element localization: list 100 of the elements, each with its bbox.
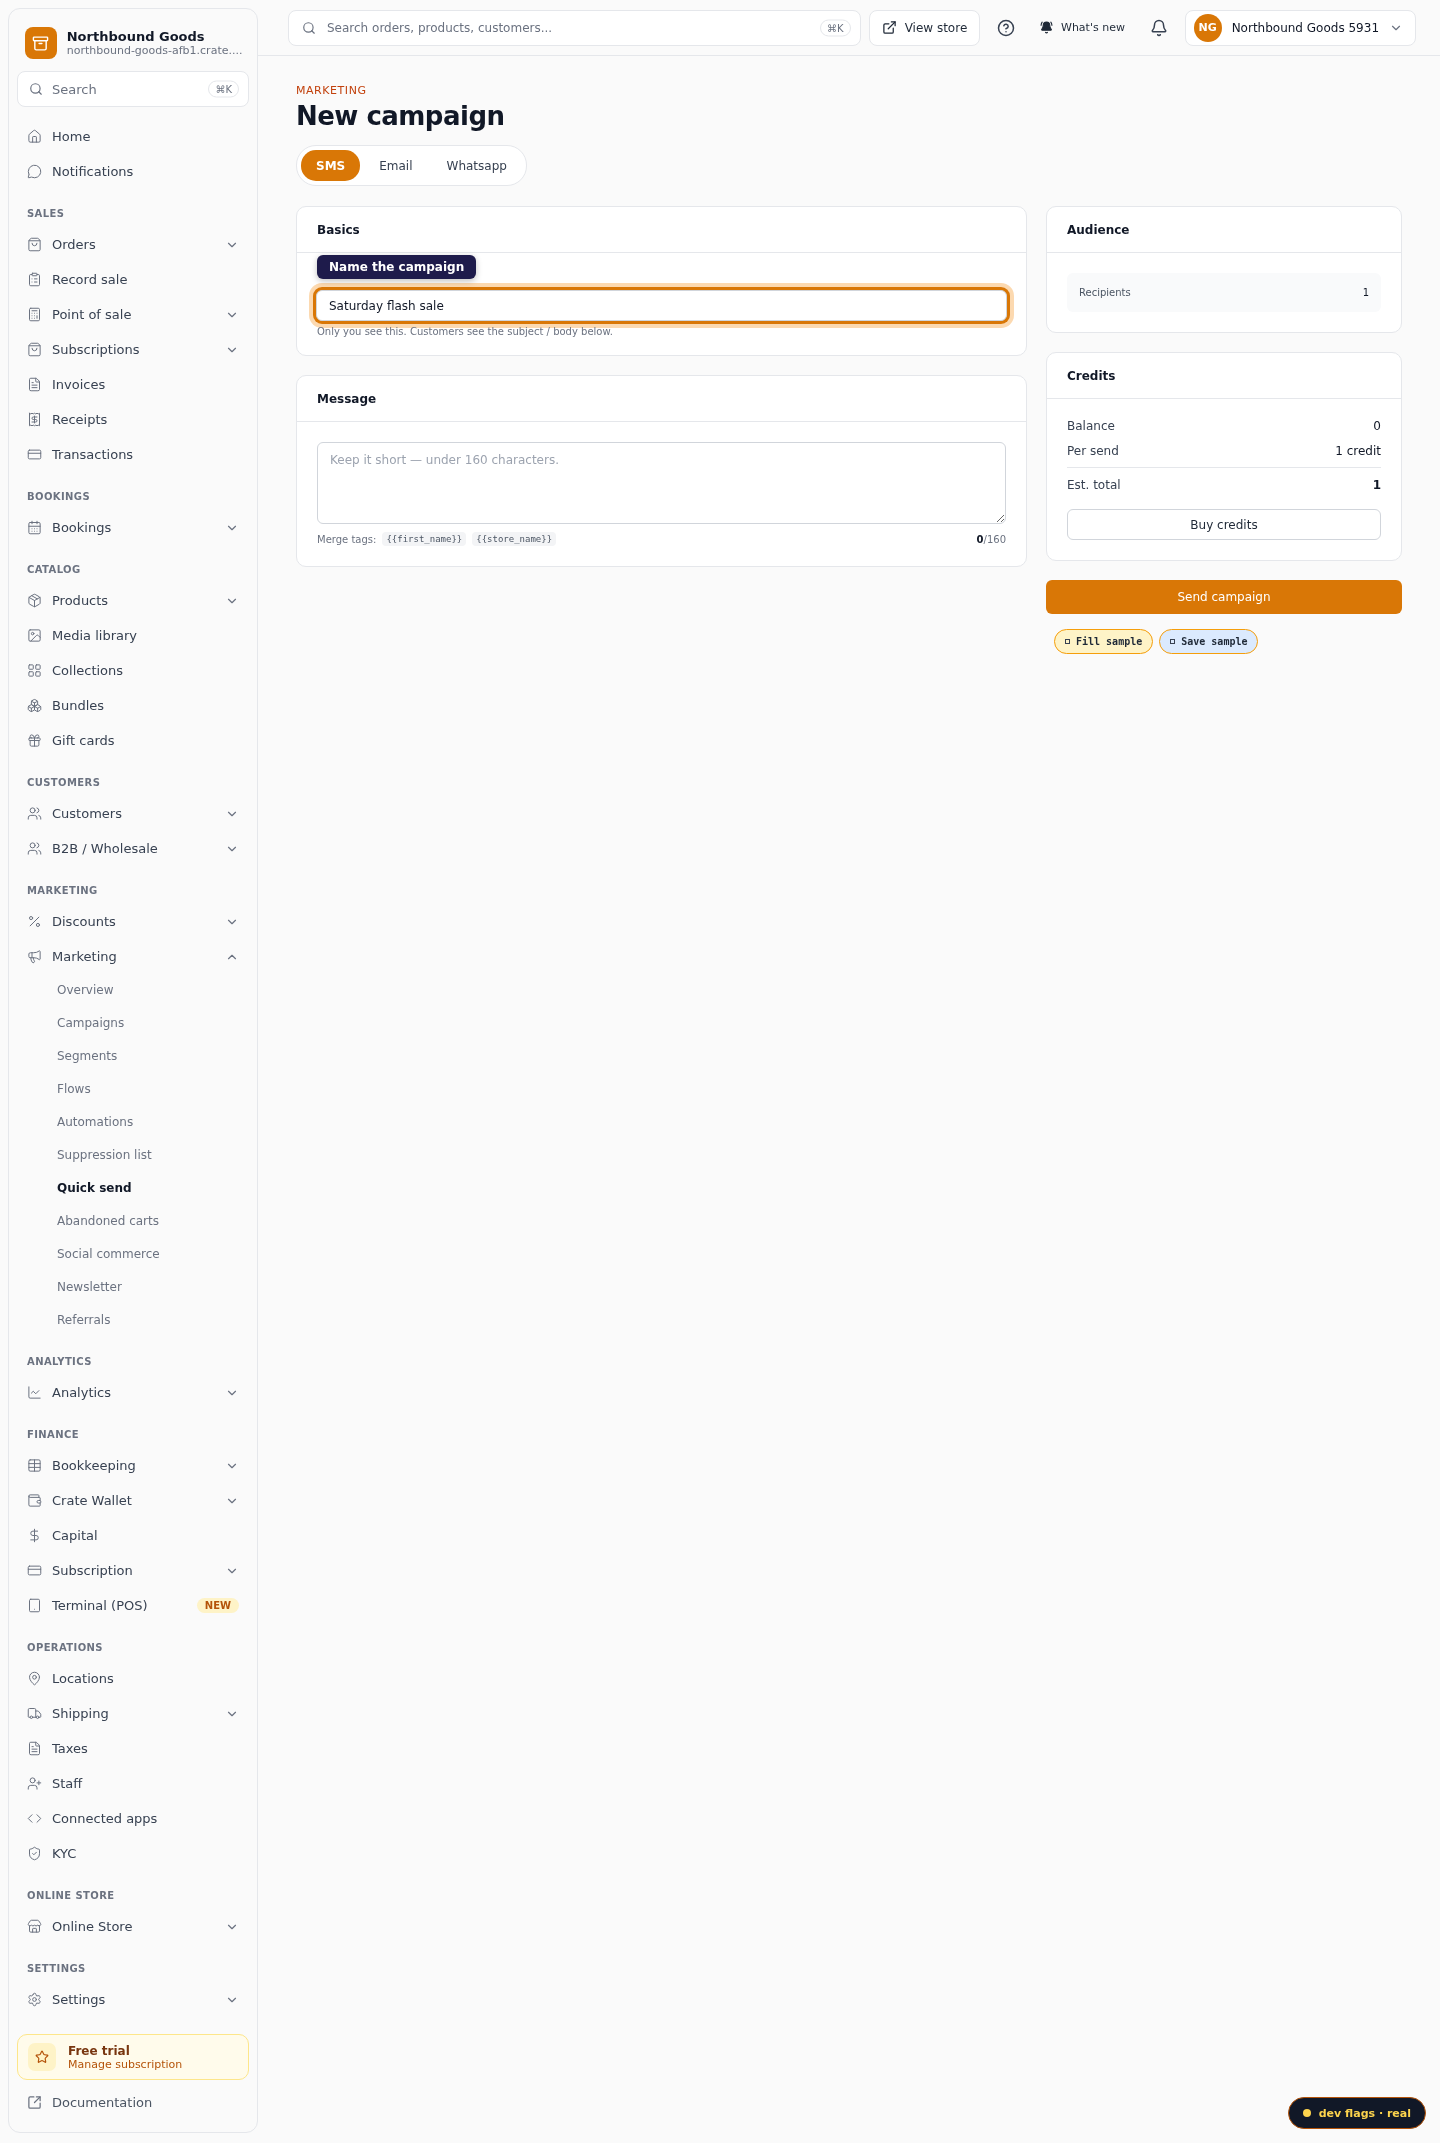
users-icon <box>27 806 42 821</box>
bag-icon <box>27 237 42 252</box>
pin-icon <box>27 1671 42 1686</box>
sidebar-item[interactable]: Connected apps <box>17 1801 249 1836</box>
sidebar-item[interactable]: Notifications <box>17 154 249 189</box>
sidebar-subitem[interactable]: Suppression list <box>17 1139 249 1172</box>
sidebar-subitem[interactable]: Campaigns <box>17 1007 249 1040</box>
shortcut-hint: ⌘K <box>820 19 851 36</box>
stat-label: Recipients <box>1079 287 1131 298</box>
whats-new-button[interactable]: What's new <box>1032 9 1133 46</box>
row-value: 1 credit <box>1335 443 1381 458</box>
sidebar-item[interactable]: Products <box>17 583 249 618</box>
tablet-icon <box>27 1598 42 1613</box>
sidebar-subitem[interactable]: Flows <box>17 1073 249 1106</box>
sidebar-item[interactable]: B2B / Wholesale <box>17 831 249 866</box>
sidebar-item[interactable]: Subscription <box>17 1553 249 1588</box>
sidebar-subitem[interactable]: Quick send <box>17 1172 249 1205</box>
message-field[interactable]: Keep it short — under 160 characters. <box>317 442 1006 524</box>
sidebar-item[interactable]: Gift cards <box>17 723 249 758</box>
page-title: New campaign <box>296 101 505 131</box>
sidebar-subitem[interactable]: Overview <box>17 974 249 1007</box>
card-icon <box>27 447 42 462</box>
sidebar-item[interactable]: KYC <box>17 1836 249 1871</box>
settings-icon <box>27 1992 42 2007</box>
sidebar-item[interactable]: Invoices <box>17 367 249 402</box>
row-label: Balance <box>1067 418 1115 433</box>
boxes-icon <box>27 698 42 713</box>
home-icon <box>27 129 42 144</box>
stat-value: 1 <box>1362 287 1369 298</box>
receipt-icon <box>27 412 42 427</box>
wallet-icon <box>27 1493 42 1508</box>
sidebar-item[interactable]: Point of sale <box>17 297 249 332</box>
view-store-button[interactable]: View store <box>868 9 981 46</box>
percent-icon <box>27 914 42 929</box>
card-icon <box>27 1563 42 1578</box>
section-heading: CUSTOMERS <box>26 776 102 790</box>
package-icon <box>27 593 42 608</box>
free-trial-card[interactable]: Free trial Manage subscription <box>17 2034 249 2080</box>
card-title: Credits <box>1067 368 1116 383</box>
grid-icon <box>27 663 42 678</box>
new-badge: NEW <box>196 1598 239 1613</box>
sidebar-item[interactable]: Orders <box>17 227 249 262</box>
channel-tab[interactable]: Whatsapp <box>431 150 522 181</box>
image-icon <box>27 628 42 643</box>
sidebar-item[interactable]: Customers <box>17 796 249 831</box>
sidebar-item[interactable]: Collections <box>17 653 249 688</box>
row-value: 0 <box>1373 418 1381 433</box>
merge-tag[interactable]: {{store_name}} <box>472 532 557 546</box>
truck-icon <box>27 1706 42 1721</box>
sidebar-item[interactable]: Crate Wallet <box>17 1483 249 1518</box>
merge-tags-label: Merge tags: <box>317 533 377 545</box>
sidebar-item[interactable]: Record sale <box>17 262 249 297</box>
sidebar-item[interactable]: Locations <box>17 1661 249 1696</box>
clipboard-icon <box>27 272 42 287</box>
sidebar-item[interactable]: Bookkeeping <box>17 1448 249 1483</box>
sidebar-item[interactable]: Transactions <box>17 437 249 472</box>
store-logo <box>25 27 57 59</box>
sidebar-item[interactable]: Analytics <box>17 1375 249 1410</box>
sidebar-item[interactable]: Terminal (POS) NEW <box>17 1588 249 1623</box>
sidebar-item[interactable]: Shipping <box>17 1696 249 1731</box>
sidebar-item[interactable]: Staff <box>17 1766 249 1801</box>
sample-button[interactable]: Fill sample <box>1054 629 1154 654</box>
chat-bubble-icon <box>27 164 42 179</box>
tooltip: Name the campaign <box>317 255 477 279</box>
channel-tab[interactable]: Email <box>364 150 428 181</box>
dev-flags-badge: dev flags · real <box>1287 2097 1426 2129</box>
sidebar-item[interactable]: Online Store <box>17 1909 249 1944</box>
sidebar-item[interactable]: Marketing <box>17 939 249 974</box>
buy-credits-button[interactable]: Buy credits <box>1067 509 1381 540</box>
sidebar-item[interactable]: Receipts <box>17 402 249 437</box>
sidebar-item[interactable]: Settings <box>17 1982 249 2017</box>
shield-icon <box>27 1846 42 1861</box>
documentation-link[interactable]: Documentation <box>17 2084 249 2120</box>
avatar: NG <box>1193 13 1222 42</box>
sidebar-item[interactable]: Discounts <box>17 904 249 939</box>
section-heading: FINANCE <box>26 1428 80 1442</box>
sample-button[interactable]: Save sample <box>1159 629 1259 654</box>
sidebar-subitem[interactable]: Newsletter <box>17 1271 249 1304</box>
account-menu[interactable]: NG Northbound Goods 5931 <box>1184 9 1416 46</box>
sidebar-subitem[interactable]: Social commerce <box>17 1238 249 1271</box>
section-heading: ANALYTICS <box>26 1355 93 1369</box>
merge-tag[interactable]: {{first_name}} <box>382 532 467 546</box>
sidebar-item[interactable]: Home <box>17 119 249 154</box>
line-chart-icon <box>27 1385 42 1400</box>
sidebar-item[interactable]: Subscriptions <box>17 332 249 367</box>
sidebar-item[interactable]: Capital <box>17 1518 249 1553</box>
sidebar-item[interactable]: Taxes <box>17 1731 249 1766</box>
sidebar-subitem[interactable]: Referrals <box>17 1304 249 1337</box>
card-title: Message <box>317 391 377 406</box>
store-name: Northbound Goods <box>66 29 206 44</box>
sidebar-item[interactable]: Bundles <box>17 688 249 723</box>
sidebar-subitem[interactable]: Automations <box>17 1106 249 1139</box>
manage-subscription-link[interactable]: Manage subscription <box>68 2057 183 2071</box>
sidebar-item[interactable]: Bookings <box>17 510 249 545</box>
internal-name-field[interactable]: Saturday flash sale <box>316 290 1007 321</box>
sidebar-subitem[interactable]: Segments <box>17 1040 249 1073</box>
card-title: Audience <box>1067 222 1130 237</box>
users-icon <box>27 841 42 856</box>
sidebar-item[interactable]: Media library <box>17 618 249 653</box>
sidebar-subitem[interactable]: Abandoned carts <box>17 1205 249 1238</box>
